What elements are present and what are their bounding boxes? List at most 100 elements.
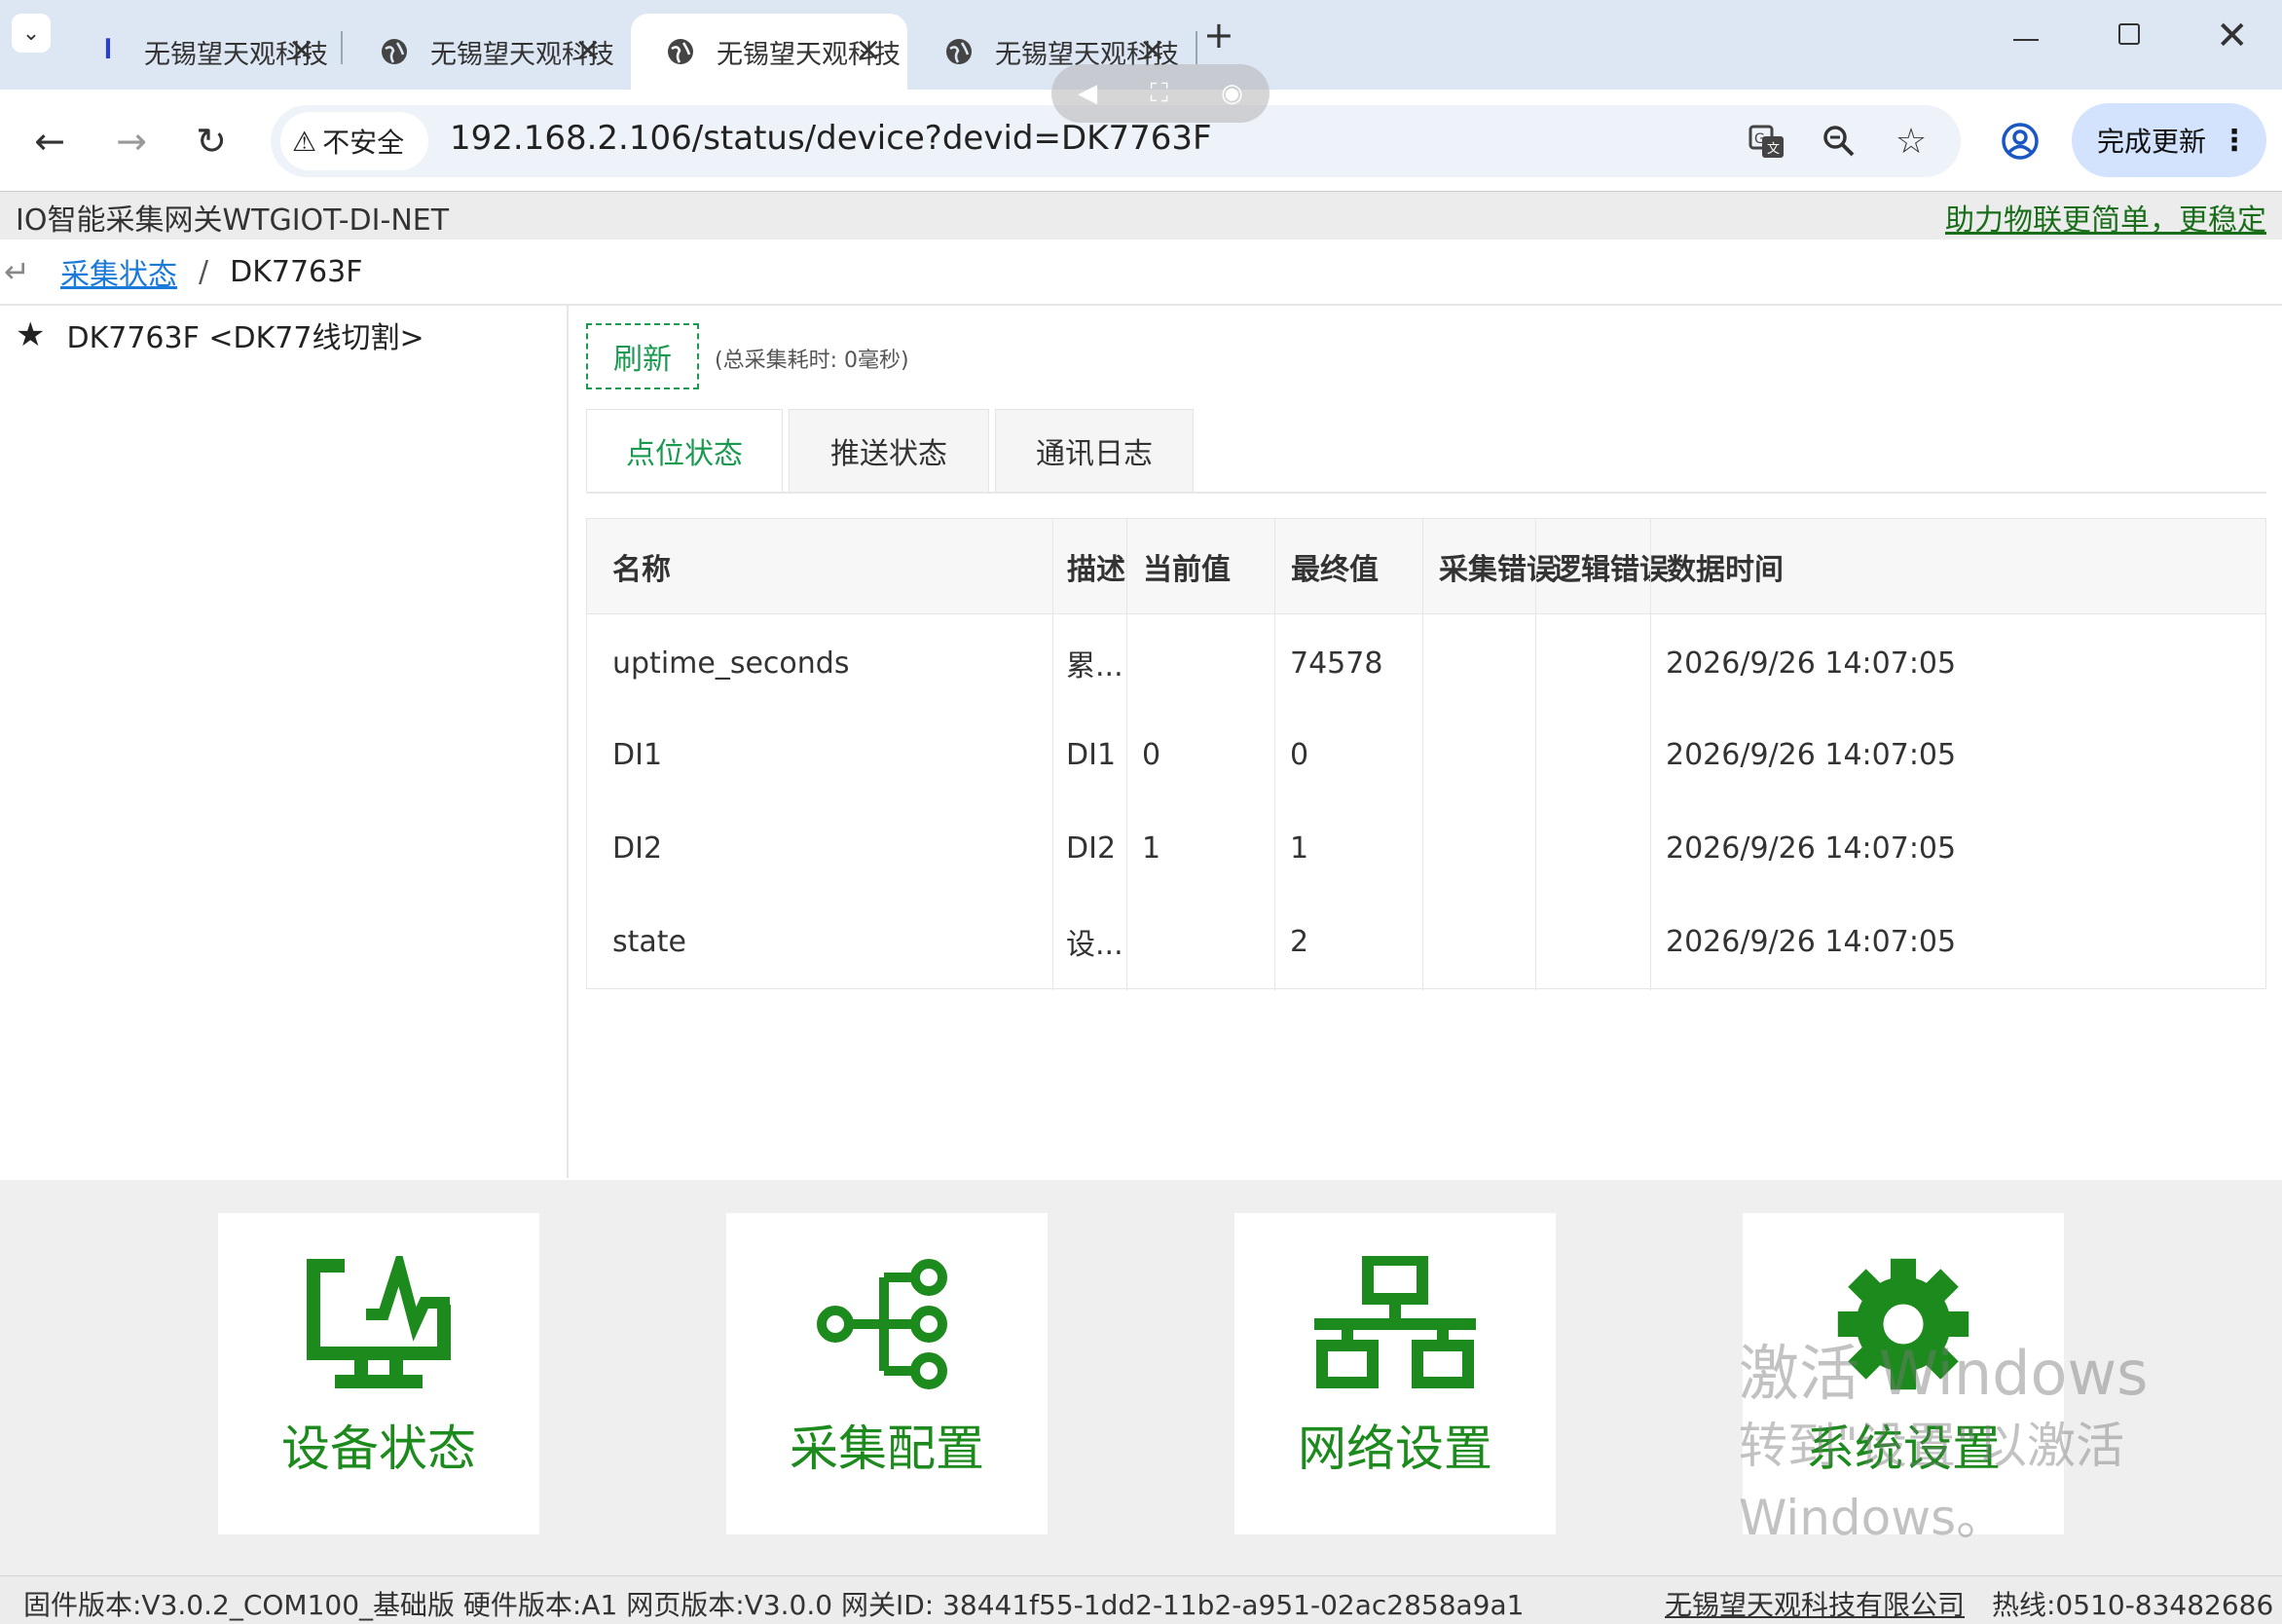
- cell-time: 2026/9/26 14:07:05: [1666, 830, 1957, 866]
- site-logo-icon: ꟾ: [103, 39, 113, 64]
- close-icon[interactable]: ×: [1139, 33, 1167, 66]
- device-sidebar: ★ DK7763F <DK77线切割>: [0, 306, 569, 1178]
- column-header-time[interactable]: 数据时间: [1650, 519, 2267, 614]
- close-window-button[interactable]: ✕: [2216, 14, 2249, 58]
- close-icon[interactable]: ×: [288, 33, 316, 66]
- column-header-collect-error[interactable]: 采集错误: [1422, 519, 1556, 614]
- hierarchy-icon: [817, 1259, 947, 1389]
- network-icon: [1314, 1256, 1476, 1388]
- bookmark-star-icon[interactable]: ☆: [1887, 117, 1935, 166]
- tile-collect-config[interactable]: 采集配置: [726, 1213, 1048, 1534]
- tab-point-status[interactable]: 点位状态: [586, 409, 783, 493]
- table-row: state 设... 2 2026/9/26 14:07:05: [587, 895, 2265, 988]
- fullscreen-icon[interactable]: ⛶: [1151, 79, 1168, 109]
- device-label: DK7763F <DK77线切割>: [66, 321, 424, 355]
- cell-final: 1: [1290, 830, 1309, 866]
- globe-icon: [942, 35, 975, 68]
- breadcrumb-link-status[interactable]: 采集状态: [60, 250, 177, 293]
- translate-icon[interactable]: G文: [1743, 117, 1791, 166]
- globe-icon: [378, 35, 411, 68]
- tab-search-button[interactable]: ⌄: [12, 14, 51, 53]
- tile-network-settings[interactable]: 网络设置: [1234, 1213, 1556, 1534]
- breadcrumb-separator: /: [199, 254, 209, 289]
- cell-desc: 设...: [1066, 928, 1123, 962]
- cell-collect-error: [1422, 895, 1438, 988]
- tile-device-status[interactable]: 设备状态: [218, 1213, 539, 1534]
- cell-current: [1126, 616, 1142, 710]
- cell-collect-error: [1422, 616, 1438, 710]
- close-icon[interactable]: ×: [574, 33, 603, 66]
- company-link[interactable]: 无锡望天观科技有限公司: [1665, 1584, 1965, 1623]
- watermark-line: 激活 Windows: [1739, 1338, 2149, 1409]
- refresh-button[interactable]: 刷新: [586, 323, 699, 389]
- tile-label: 设备状态: [281, 1421, 476, 1477]
- new-tab-button[interactable]: +: [1203, 14, 1234, 56]
- status-footer: 固件版本:V3.0.2_COM100_基础版 硬件版本:A1 网页版本:V3.0…: [0, 1575, 2282, 1624]
- tab-1[interactable]: ꟾ 无锡望天观科技有限公 ×: [58, 14, 341, 90]
- tab-2[interactable]: 无锡望天观科技有限公 ×: [345, 14, 627, 90]
- tab-divider: [1196, 31, 1197, 64]
- url-text[interactable]: 192.168.2.106/status/device?devid=DK7763…: [450, 119, 1212, 158]
- version-info: 固件版本:V3.0.2_COM100_基础版 硬件版本:A1 网页版本:V3.0…: [23, 1589, 1525, 1621]
- minimize-button[interactable]: [2013, 39, 2039, 41]
- cell-name: DI2: [612, 830, 663, 866]
- cell-desc: DI2: [1066, 830, 1117, 866]
- device-list-item[interactable]: ★ DK7763F <DK77线切割>: [16, 314, 424, 356]
- app-title: IO智能采集网关WTGIOT-DI-NET: [16, 203, 450, 238]
- column-header-name[interactable]: 名称: [587, 519, 1052, 614]
- tab-divider: [341, 31, 343, 64]
- cell-final: 2: [1290, 924, 1309, 959]
- media-controls[interactable]: ◀ ⛶ ◉: [1051, 64, 1270, 123]
- close-icon[interactable]: ×: [855, 33, 883, 66]
- tab-comm-log[interactable]: 通讯日志: [995, 409, 1194, 493]
- table-row: DI1 DI1 0 0 2026/9/26 14:07:05: [587, 708, 2265, 801]
- restore-button[interactable]: [2118, 23, 2140, 45]
- point-status-table: 名称 描述 当前值 最终值 采集错误 逻辑错误 数据时间 uptime_seco…: [586, 518, 2266, 990]
- tile-label: 网络设置: [1298, 1421, 1492, 1477]
- column-header-final[interactable]: 最终值: [1274, 519, 1422, 614]
- svg-text:文: 文: [1767, 142, 1780, 157]
- cell-desc: 累...: [1066, 649, 1123, 683]
- table-header: 名称 描述 当前值 最终值 采集错误 逻辑错误 数据时间: [587, 519, 2265, 614]
- eye-icon[interactable]: ◉: [1221, 79, 1243, 108]
- app-header: IO智能采集网关WTGIOT-DI-NET 助力物联更简单，更稳定: [0, 191, 2282, 240]
- column-header-desc[interactable]: 描述: [1052, 519, 1126, 614]
- reload-icon[interactable]: ↻: [185, 115, 238, 167]
- table-row: DI2 DI2 1 1 2026/9/26 14:07:05: [587, 801, 2265, 895]
- hotline: 热线:0510-83482686: [1992, 1589, 2274, 1621]
- cell-name: uptime_seconds: [612, 646, 850, 681]
- slogan-link[interactable]: 助力物联更简单，更稳定: [1945, 196, 2266, 239]
- windows-activation-watermark: 激活 Windows 转到"设置"以激活 Windows。: [1739, 1338, 2148, 1554]
- breadcrumb-current: DK7763F: [230, 254, 363, 289]
- breadcrumb: ↵ 采集状态 / DK7763F: [0, 240, 2282, 306]
- warning-icon: ⚠: [292, 125, 317, 158]
- table-row: uptime_seconds 累... 74578 2026/9/26 14:0…: [587, 616, 2265, 710]
- cell-current: [1126, 895, 1142, 988]
- column-header-logic-error[interactable]: 逻辑错误: [1535, 519, 1669, 614]
- cell-final: 74578: [1290, 646, 1383, 681]
- security-label: 不安全: [322, 127, 405, 159]
- back-icon[interactable]: ←: [23, 115, 76, 167]
- return-icon[interactable]: ↵: [4, 253, 60, 290]
- watermark-line: Windows。: [1739, 1490, 2006, 1546]
- update-button[interactable]: 完成更新 ⋮: [2072, 103, 2266, 177]
- cell-name: state: [612, 924, 686, 959]
- cell-collect-error: [1422, 801, 1438, 895]
- svg-text:G: G: [1754, 131, 1765, 147]
- security-chip[interactable]: ⚠ 不安全: [280, 112, 428, 170]
- cell-time: 2026/9/26 14:07:05: [1666, 924, 1957, 959]
- zoom-icon[interactable]: [1815, 117, 1863, 166]
- forward-icon[interactable]: →: [105, 115, 158, 167]
- monitor-pulse-icon: [307, 1256, 451, 1388]
- column-header-current[interactable]: 当前值: [1126, 519, 1274, 614]
- cell-logic-error: [1535, 708, 1551, 801]
- more-menu-icon[interactable]: ⋮: [2220, 124, 2249, 158]
- cell-logic-error: [1535, 801, 1551, 895]
- tab-3-active[interactable]: 无锡望天观科技有限公 ×: [631, 14, 907, 90]
- profile-icon[interactable]: [1996, 117, 2044, 166]
- globe-icon: [664, 35, 697, 68]
- tile-label: 采集配置: [790, 1421, 984, 1477]
- prev-icon[interactable]: ◀: [1078, 79, 1097, 108]
- tab-push-status[interactable]: 推送状态: [789, 409, 989, 493]
- cell-current: 1: [1142, 830, 1161, 866]
